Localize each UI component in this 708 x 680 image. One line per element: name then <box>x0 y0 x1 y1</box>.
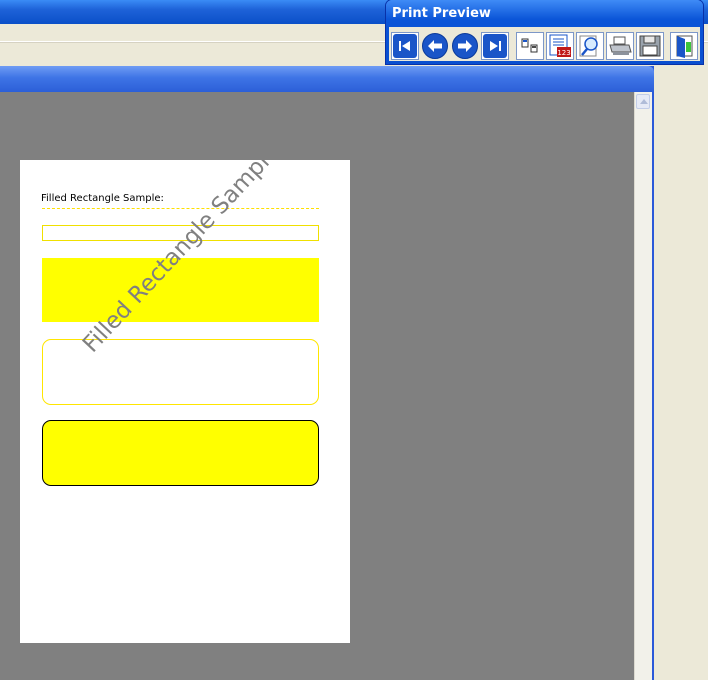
page-setup-button[interactable] <box>516 32 544 60</box>
page-number-button[interactable]: 123 <box>546 32 574 60</box>
preview-page: Filled Rectangle Sample: Filled Rectangl… <box>20 160 350 643</box>
first-page-icon <box>393 34 417 58</box>
last-page-button[interactable] <box>481 32 509 60</box>
vertical-scrollbar[interactable] <box>634 92 652 680</box>
outlined-rounded-rectangle-shape <box>42 339 319 405</box>
next-page-button[interactable] <box>451 32 479 60</box>
save-button[interactable] <box>636 32 664 60</box>
floppy-disk-icon <box>639 35 661 57</box>
page-number-badge: 123 <box>557 49 570 57</box>
magnifier-icon <box>579 35 598 57</box>
page-heading: Filled Rectangle Sample: <box>41 193 164 204</box>
previous-page-button[interactable] <box>421 32 449 60</box>
filled-rounded-rectangle-shape <box>42 420 319 486</box>
print-button[interactable] <box>606 32 634 60</box>
arrow-right-icon <box>452 33 478 59</box>
page-number-icon: 123 <box>549 34 571 57</box>
print-preview-title: Print Preview <box>392 6 491 21</box>
preview-window-caption <box>0 66 654 92</box>
page-layout-icon <box>521 38 538 53</box>
arrow-left-icon <box>422 33 448 59</box>
close-preview-button[interactable] <box>670 32 698 60</box>
first-page-button[interactable] <box>391 32 419 60</box>
exit-door-icon <box>676 35 693 58</box>
last-page-icon <box>483 34 507 58</box>
scroll-up-button[interactable] <box>636 94 650 109</box>
printer-icon <box>609 36 632 55</box>
dashed-line-shape <box>42 208 319 209</box>
zoom-button[interactable] <box>576 32 604 60</box>
